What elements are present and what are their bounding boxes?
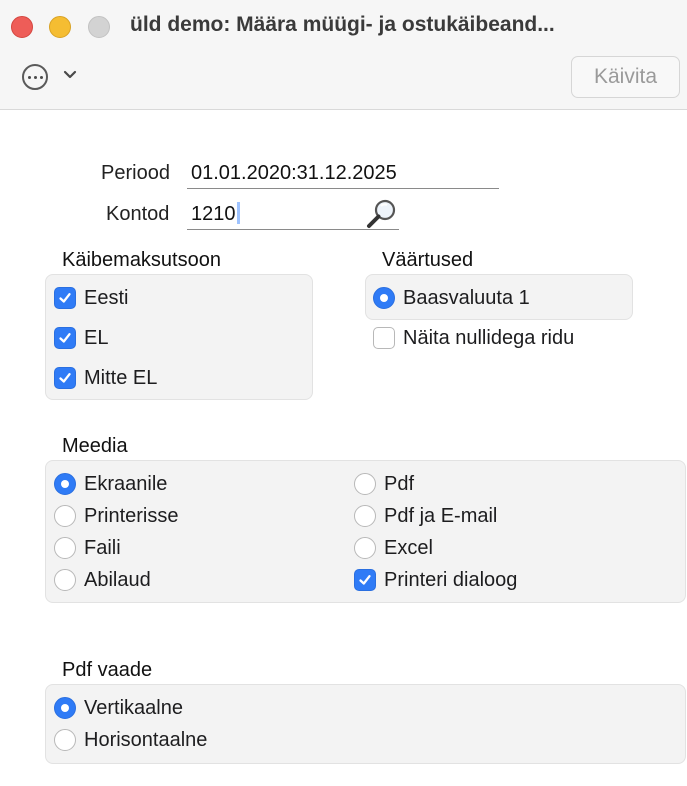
pdf-view-title: Pdf vaade [62, 659, 153, 681]
radio-indicator [54, 537, 76, 559]
checkbox-printer-dialog[interactable]: Printeri dialoog [354, 567, 517, 593]
checkbox-label: Mitte EL [84, 366, 158, 389]
radio-abilaud[interactable]: Abilaud [54, 567, 151, 593]
radio-label: Printerisse [84, 504, 179, 527]
period-field[interactable]: 01.01.2020:31.12.2025 [187, 159, 499, 189]
accounts-label: Kontod [106, 203, 170, 225]
radio-indicator [373, 287, 395, 309]
checkbox-label: EL [84, 326, 109, 349]
checkbox-mitte-el[interactable]: Mitte EL [54, 365, 157, 391]
radio-indicator [54, 729, 76, 751]
ellipsis-circle-icon[interactable] [22, 64, 48, 90]
radio-label: Pdf [384, 472, 415, 495]
radio-base-currency[interactable]: Baasvaluuta 1 [373, 285, 530, 311]
accounts-value: 1210 [191, 203, 236, 225]
radio-label: Excel [384, 536, 433, 559]
checkbox-show-zero-rows[interactable]: Näita nullidega ridu [373, 325, 574, 351]
radio-label: Pdf ja E-mail [384, 504, 498, 527]
radio-label: Abilaud [84, 568, 151, 591]
radio-label: Ekraanile [84, 472, 168, 495]
radio-indicator [54, 697, 76, 719]
checkmark-icon [354, 569, 376, 591]
checkbox-label: Printeri dialoog [384, 568, 518, 591]
radio-label: Horisontaalne [84, 728, 208, 751]
text-cursor [236, 202, 240, 224]
radio-indicator [354, 505, 376, 527]
checkbox-eesti[interactable]: Eesti [54, 285, 128, 311]
period-value: 01.01.2020:31.12.2025 [191, 162, 397, 184]
title-bar: üld demo: Määra müügi- ja ostukäibeand..… [0, 0, 687, 110]
radio-vertikaalne[interactable]: Vertikaalne [54, 695, 183, 721]
radio-horisontaalne[interactable]: Horisontaalne [54, 727, 207, 753]
radio-label: Baasvaluuta 1 [403, 286, 530, 309]
values-title: Väärtused [382, 249, 474, 271]
radio-indicator [54, 505, 76, 527]
radio-ekraanile[interactable]: Ekraanile [54, 471, 167, 497]
radio-pdf-email[interactable]: Pdf ja E-mail [354, 503, 497, 529]
radio-indicator [54, 569, 76, 591]
checkbox-el[interactable]: EL [54, 325, 108, 351]
close-window-button[interactable] [11, 16, 33, 38]
radio-faili[interactable]: Faili [54, 535, 121, 561]
radio-label: Vertikaalne [84, 696, 183, 719]
media-title: Meedia [62, 435, 128, 457]
window-title: üld demo: Määra müügi- ja ostukäibeand..… [130, 13, 555, 36]
zoom-window-button [88, 16, 110, 38]
vat-zone-title: Käibemaksutsoon [62, 249, 221, 271]
chevron-down-icon[interactable] [62, 68, 78, 82]
radio-label: Faili [84, 536, 121, 559]
radio-indicator [54, 473, 76, 495]
checkmark-icon [54, 367, 76, 389]
checkmark-icon [54, 287, 76, 309]
radio-printerisse[interactable]: Printerisse [54, 503, 178, 529]
run-button[interactable]: Käivita [571, 56, 680, 98]
magnifier-icon[interactable] [365, 197, 399, 231]
minimize-window-button[interactable] [49, 16, 71, 38]
radio-indicator [354, 537, 376, 559]
period-label: Periood [101, 162, 170, 184]
checkbox-indicator [373, 327, 395, 349]
radio-excel[interactable]: Excel [354, 535, 433, 561]
checkbox-label: Eesti [84, 286, 129, 309]
radio-indicator [354, 473, 376, 495]
checkbox-label: Näita nullidega ridu [403, 326, 575, 349]
checkmark-icon [54, 327, 76, 349]
radio-pdf[interactable]: Pdf [354, 471, 414, 497]
